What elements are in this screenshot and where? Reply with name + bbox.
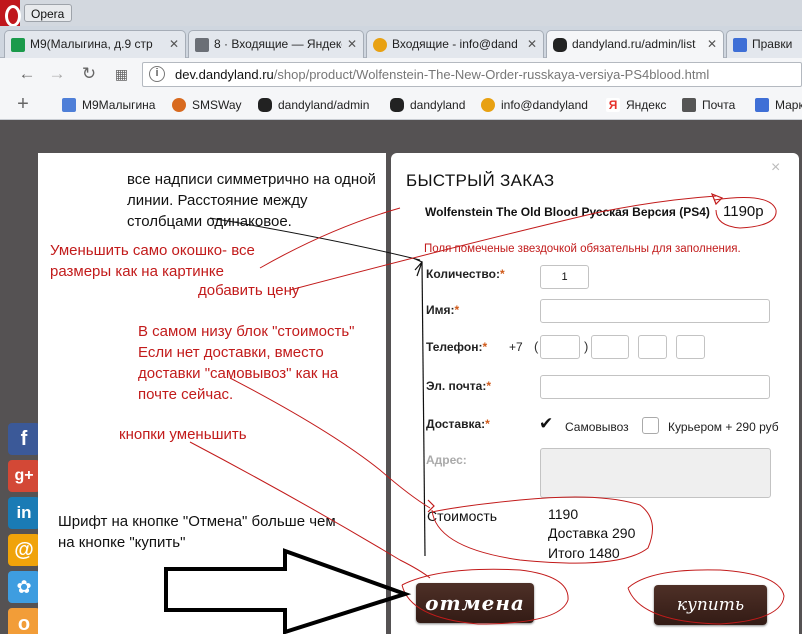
- navigation-toolbar: ← → ↻ ▦ dev.dandyland.ru/shop/product/Wo…: [0, 58, 802, 90]
- gamepad-icon: [258, 98, 272, 112]
- cost-delivery: Доставка 290: [548, 525, 636, 541]
- opera-menu-button[interactable]: Opera: [24, 4, 72, 22]
- forward-arrow-icon[interactable]: →: [48, 65, 66, 83]
- bookmark-dandyland[interactable]: dandyland: [390, 97, 465, 113]
- linkedin-icon[interactable]: in: [8, 497, 40, 529]
- phone-close-paren: ): [584, 339, 589, 354]
- cancel-button[interactable]: отмена: [416, 583, 534, 623]
- star-icon: [172, 98, 186, 112]
- close-icon[interactable]: ✕: [169, 37, 179, 51]
- address-label: Адрес:: [426, 453, 467, 467]
- note-shrink-buttons: кнопки уменьшить: [119, 426, 247, 443]
- cost-label: Стоимость: [427, 508, 498, 524]
- courier-checkbox[interactable]: [642, 417, 659, 434]
- cost-total: Итого 1480: [548, 545, 620, 561]
- phone-part2-input[interactable]: [638, 335, 667, 359]
- docs-icon: [733, 38, 747, 52]
- tab-info-mail[interactable]: Входящие - info@dand ✕: [366, 30, 544, 58]
- phone-prefix: +7: [509, 340, 523, 354]
- flower-icon[interactable]: ✿: [8, 571, 40, 603]
- opera-logo-icon[interactable]: [0, 0, 21, 27]
- yandex-icon: Я: [606, 98, 620, 112]
- plus-icon[interactable]: +: [14, 94, 32, 114]
- mail-icon: [195, 38, 209, 52]
- courier-option-label: Курьером + 290 руб: [668, 420, 779, 434]
- tab-m9[interactable]: M9(Малыгина, д.9 стр ✕: [4, 30, 186, 58]
- handwritten-price: 1190р: [723, 203, 764, 220]
- bookmark-mark[interactable]: Марк: [755, 97, 802, 113]
- address-bar[interactable]: dev.dandyland.ru/shop/product/Wolfenstei…: [142, 62, 802, 87]
- email-input[interactable]: [540, 375, 770, 399]
- bookmarks-bar: + M9Малыгина SMSWay dandyland/admin dand…: [0, 90, 802, 120]
- bookmark-pochta[interactable]: Почта: [682, 97, 735, 113]
- modal-title: БЫСТРЫЙ ЗАКАЗ: [406, 171, 555, 190]
- annotation-sheet: все надписи симметрично на одной линии. …: [38, 153, 386, 634]
- pickup-option-label: Самовывоз: [565, 420, 629, 434]
- google-plus-icon[interactable]: g+: [8, 460, 40, 492]
- phone-area-code-input[interactable]: [540, 335, 580, 359]
- tab-strip: M9(Малыгина, д.9 стр ✕ 8 · Входящие — Ян…: [0, 26, 802, 58]
- note-shrink-window: Уменьшить само окошко- все размеры как н…: [50, 242, 255, 280]
- back-arrow-icon[interactable]: ←: [18, 65, 36, 83]
- tab-dandyland-admin[interactable]: dandyland.ru/admin/list ✕: [546, 30, 724, 58]
- note-button-fonts: Шрифт на кнопке "Отмена" больше чем на к…: [58, 513, 336, 551]
- at-icon: [481, 98, 495, 112]
- bookmark-m9[interactable]: M9Малыгина: [62, 97, 155, 113]
- window-titlebar: [0, 0, 802, 26]
- address-textarea[interactable]: [540, 448, 771, 498]
- product-name: Wolfenstein The Old Blood Русская Версия…: [425, 205, 710, 219]
- tab-yandex-mail[interactable]: 8 · Входящие — Яндекс ✕: [188, 30, 364, 58]
- phone-part1-input[interactable]: [591, 335, 629, 359]
- checkmark-icon: ✔: [539, 414, 554, 433]
- name-input[interactable]: [540, 299, 770, 323]
- mail-icon: [682, 98, 696, 112]
- reload-icon[interactable]: ↻: [80, 65, 98, 83]
- gamepad-icon: [390, 98, 404, 112]
- odnoklassniki-icon[interactable]: o: [8, 608, 40, 634]
- folder-icon: [62, 98, 76, 112]
- close-icon[interactable]: ✕: [347, 37, 357, 51]
- email-label: Эл. почта:*: [426, 379, 491, 393]
- bookmark-dandyland-admin[interactable]: dandyland/admin: [258, 97, 369, 113]
- bookmark-yandex[interactable]: Я Яндекс: [606, 97, 666, 113]
- required-fields-hint: Поля помеченые звездочкой обязательны дл…: [424, 243, 741, 255]
- note-cost-block: В самом низу блок "стоимость" Если нет д…: [138, 323, 355, 403]
- phone-open-paren: (: [534, 339, 539, 354]
- name-label: Имя:*: [426, 303, 460, 317]
- site-info-icon[interactable]: i: [149, 66, 165, 82]
- quantity-input[interactable]: 1: [540, 265, 589, 289]
- close-icon[interactable]: ✕: [707, 37, 717, 51]
- gamepad-icon: [553, 38, 567, 52]
- mail-ru-icon[interactable]: @: [8, 534, 40, 566]
- quantity-label: Количество:*: [426, 267, 505, 281]
- note-add-price: добавить цену: [198, 282, 300, 299]
- delivery-label: Доставка:*: [426, 417, 490, 431]
- bookmark-info-dandyland[interactable]: info@dandyland: [481, 97, 588, 113]
- quick-order-modal: БЫСТРЫЙ ЗАКАЗ × Wolfenstein The Old Bloo…: [391, 153, 799, 634]
- cost-price: 1190: [548, 506, 579, 522]
- buy-button[interactable]: купить: [654, 585, 767, 625]
- tab-pravki[interactable]: Правки D: [726, 30, 802, 58]
- at-icon: [373, 38, 387, 52]
- close-icon[interactable]: ×: [771, 159, 780, 177]
- close-icon[interactable]: ✕: [527, 37, 537, 51]
- sheets-icon: [11, 38, 25, 52]
- note-alignment: все надписи симметрично на одной линии. …: [127, 171, 376, 230]
- bookmark-smsway[interactable]: SMSWay: [172, 97, 242, 113]
- docs-icon: [755, 98, 769, 112]
- phone-label: Телефон:*: [426, 340, 488, 354]
- facebook-icon[interactable]: f: [8, 423, 40, 455]
- speed-dial-grid-icon[interactable]: ▦: [112, 65, 130, 83]
- phone-part3-input[interactable]: [676, 335, 705, 359]
